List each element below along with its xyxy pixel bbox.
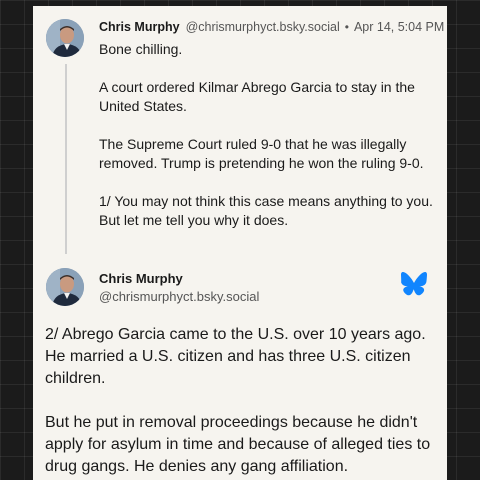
post-text-paragraph: But he put in removal proceedings becaus…: [45, 414, 431, 475]
post-2-text: 2/ Abrego Garcia came to the U.S. over 1…: [45, 324, 445, 480]
author-name[interactable]: Chris Murphy: [99, 20, 180, 34]
author-handle[interactable]: @chrismurphyct.bsky.social: [99, 289, 259, 304]
post-1: Chris Murphy @chrismurphyct.bsky.social …: [99, 20, 444, 249]
separator: •: [344, 20, 349, 34]
post-text-paragraph: The Supreme Court ruled 9-0 that he was …: [99, 136, 424, 171]
avatar-image: [46, 19, 84, 57]
avatar[interactable]: [46, 19, 84, 57]
post-2-header: Chris Murphy @chrismurphyct.bsky.social: [99, 271, 259, 304]
avatar-image: [46, 268, 84, 306]
post-1-header: Chris Murphy @chrismurphyct.bsky.social …: [99, 20, 444, 34]
post-text-paragraph: Bone chilling.: [99, 41, 183, 57]
post-text-paragraph: 2/ Abrego Garcia came to the U.S. over 1…: [45, 326, 426, 387]
author-name[interactable]: Chris Murphy: [99, 271, 259, 286]
post-card: Chris Murphy @chrismurphyct.bsky.social …: [33, 6, 447, 480]
butterfly-icon[interactable]: [401, 272, 427, 296]
timestamp[interactable]: Apr 14, 5:04 PM: [354, 20, 444, 34]
avatar[interactable]: [46, 268, 84, 306]
post-1-text: Bone chilling. A court ordered Kilmar Ab…: [99, 40, 439, 230]
post-text-paragraph: A court ordered Kilmar Abrego Garcia to …: [99, 79, 415, 114]
author-handle[interactable]: @chrismurphyct.bsky.social: [186, 20, 340, 34]
thread-line: [65, 64, 67, 254]
post-text-paragraph: 1/ You may not think this case means any…: [99, 193, 433, 228]
